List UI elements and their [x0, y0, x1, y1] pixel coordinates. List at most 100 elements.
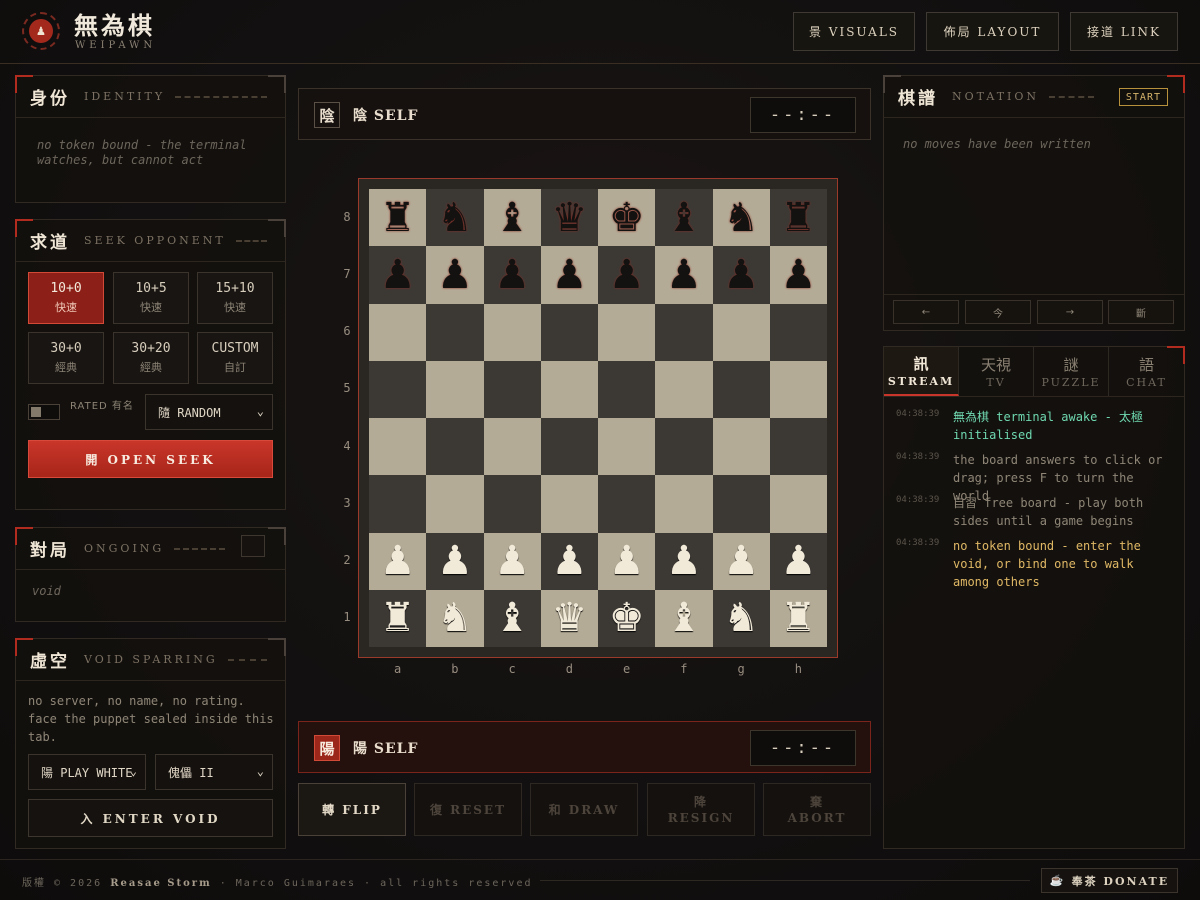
- square-g3[interactable]: [712, 475, 770, 533]
- square-h7[interactable]: ♟: [769, 246, 827, 304]
- square-h3[interactable]: [769, 475, 827, 533]
- time-control-custom[interactable]: CUSTOM 自訂: [197, 332, 273, 384]
- square-e6[interactable]: [598, 303, 656, 361]
- square-e3[interactable]: [598, 475, 656, 533]
- square-f6[interactable]: [655, 303, 713, 361]
- square-a4[interactable]: [369, 418, 427, 476]
- square-b2[interactable]: ♟: [426, 532, 484, 590]
- square-c3[interactable]: [483, 475, 541, 533]
- black-knight-icon[interactable]: ♞: [723, 198, 759, 238]
- visuals-button[interactable]: 景 VISUALS: [793, 12, 915, 51]
- flip-button[interactable]: 轉 FLIP: [298, 783, 406, 836]
- white-pawn-icon[interactable]: ♟: [437, 541, 473, 581]
- tab-chat[interactable]: 語 CHAT: [1109, 347, 1184, 396]
- square-g7[interactable]: ♟: [712, 246, 770, 304]
- next-move-button[interactable]: →: [1037, 300, 1103, 324]
- square-d7[interactable]: ♟: [540, 246, 598, 304]
- square-h1[interactable]: ♜: [769, 589, 827, 647]
- square-c2[interactable]: ♟: [483, 532, 541, 590]
- square-b7[interactable]: ♟: [426, 246, 484, 304]
- square-f4[interactable]: [655, 418, 713, 476]
- black-pawn-icon[interactable]: ♟: [494, 255, 530, 295]
- tab-stream[interactable]: 訊 STREAM: [884, 347, 959, 396]
- square-d4[interactable]: [540, 418, 598, 476]
- square-c1[interactable]: ♝: [483, 589, 541, 647]
- reset-button[interactable]: 復 RESET: [414, 783, 522, 836]
- square-d2[interactable]: ♟: [540, 532, 598, 590]
- white-pawn-icon[interactable]: ♟: [609, 541, 645, 581]
- square-b8[interactable]: ♞: [426, 189, 484, 247]
- square-f7[interactable]: ♟: [655, 246, 713, 304]
- black-pawn-icon[interactable]: ♟: [780, 255, 816, 295]
- current-move-button[interactable]: 今: [965, 300, 1031, 324]
- black-knight-icon[interactable]: ♞: [437, 198, 473, 238]
- square-e5[interactable]: [598, 360, 656, 418]
- cut-button[interactable]: 斷: [1108, 300, 1174, 324]
- black-rook-icon[interactable]: ♜: [780, 198, 816, 238]
- tab-puzzle[interactable]: 謎 PUZZLE: [1034, 347, 1109, 396]
- square-d3[interactable]: [540, 475, 598, 533]
- square-f3[interactable]: [655, 475, 713, 533]
- enter-void-button[interactable]: 入 ENTER VOID: [28, 799, 273, 837]
- chess-board[interactable]: ♜ ♞ ♝ ♛ ♚ ♝ ♞ ♜ ♟ ♟ ♟ ♟ ♟ ♟ ♟ ♟ ♟ ♟ ♟ ♟ ♟ ♟ ♟ ♟ ♜ ♞ ♝ ♛ ♚ ♝ ♞ ♜: [369, 189, 827, 647]
- white-bishop-icon[interactable]: ♝: [666, 598, 702, 638]
- square-a1[interactable]: ♜: [369, 589, 427, 647]
- square-f5[interactable]: [655, 360, 713, 418]
- time-control-15-10[interactable]: 15+10 快速: [197, 272, 273, 324]
- square-e2[interactable]: ♟: [598, 532, 656, 590]
- time-control-30-0[interactable]: 30+0 經典: [28, 332, 104, 384]
- square-a8[interactable]: ♜: [369, 189, 427, 247]
- square-d1[interactable]: ♛: [540, 589, 598, 647]
- square-h4[interactable]: [769, 418, 827, 476]
- square-b1[interactable]: ♞: [426, 589, 484, 647]
- color-select[interactable]: 隨 RANDOM ⌄: [145, 394, 273, 430]
- black-pawn-icon[interactable]: ♟: [723, 255, 759, 295]
- open-seek-button[interactable]: 開 OPEN SEEK: [28, 440, 273, 478]
- resign-button[interactable]: 降 RESIGN: [647, 783, 755, 836]
- black-pawn-icon[interactable]: ♟: [551, 255, 587, 295]
- square-b3[interactable]: [426, 475, 484, 533]
- rated-toggle[interactable]: [28, 404, 60, 420]
- white-rook-icon[interactable]: ♜: [780, 598, 816, 638]
- square-d5[interactable]: [540, 360, 598, 418]
- square-g1[interactable]: ♞: [712, 589, 770, 647]
- square-g8[interactable]: ♞: [712, 189, 770, 247]
- black-pawn-icon[interactable]: ♟: [609, 255, 645, 295]
- square-b4[interactable]: [426, 418, 484, 476]
- square-b5[interactable]: [426, 360, 484, 418]
- square-g5[interactable]: [712, 360, 770, 418]
- square-c8[interactable]: ♝: [483, 189, 541, 247]
- square-c6[interactable]: [483, 303, 541, 361]
- square-h5[interactable]: [769, 360, 827, 418]
- engine-select[interactable]: 傀儡 II ⌄: [155, 754, 273, 790]
- white-bishop-icon[interactable]: ♝: [494, 598, 530, 638]
- black-king-icon[interactable]: ♚: [609, 198, 645, 238]
- white-pawn-icon[interactable]: ♟: [723, 541, 759, 581]
- donate-button[interactable]: ☕ 奉茶 DONATE: [1041, 868, 1178, 893]
- layout-button[interactable]: 佈局 LAYOUT: [926, 12, 1059, 51]
- square-b6[interactable]: [426, 303, 484, 361]
- white-knight-icon[interactable]: ♞: [437, 598, 473, 638]
- white-queen-icon[interactable]: ♛: [551, 598, 587, 638]
- tab-tv[interactable]: 天視 TV: [959, 347, 1034, 396]
- white-pawn-icon[interactable]: ♟: [666, 541, 702, 581]
- side-select[interactable]: 陽 PLAY WHITE ⌄: [28, 754, 146, 790]
- square-a2[interactable]: ♟: [369, 532, 427, 590]
- abort-button[interactable]: 棄 ABORT: [763, 783, 871, 836]
- white-knight-icon[interactable]: ♞: [723, 598, 759, 638]
- square-c4[interactable]: [483, 418, 541, 476]
- square-g4[interactable]: [712, 418, 770, 476]
- square-a6[interactable]: [369, 303, 427, 361]
- prev-move-button[interactable]: ←: [893, 300, 959, 324]
- square-a5[interactable]: [369, 360, 427, 418]
- square-h8[interactable]: ♜: [769, 189, 827, 247]
- white-king-icon[interactable]: ♚: [609, 598, 645, 638]
- white-pawn-icon[interactable]: ♟: [380, 541, 416, 581]
- white-pawn-icon[interactable]: ♟: [551, 541, 587, 581]
- black-bishop-icon[interactable]: ♝: [494, 198, 530, 238]
- draw-button[interactable]: 和 DRAW: [530, 783, 638, 836]
- white-pawn-icon[interactable]: ♟: [780, 541, 816, 581]
- square-c7[interactable]: ♟: [483, 246, 541, 304]
- link-button[interactable]: 接道 LINK: [1070, 12, 1178, 51]
- square-g2[interactable]: ♟: [712, 532, 770, 590]
